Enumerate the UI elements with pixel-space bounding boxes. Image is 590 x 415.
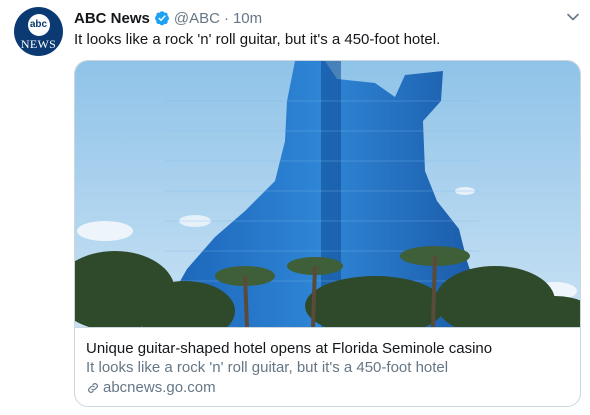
avatar-news-text: NEWS bbox=[20, 37, 57, 51]
card-body[interactable]: Unique guitar-shaped hotel opens at Flor… bbox=[75, 327, 580, 406]
chevron-down-icon[interactable] bbox=[566, 10, 580, 24]
avatar[interactable]: abc NEWS bbox=[14, 7, 63, 56]
tweet-text: It looks like a rock 'n' roll guitar, bu… bbox=[74, 31, 441, 48]
abc-logo-disc: abc bbox=[27, 14, 50, 36]
verified-badge-icon bbox=[154, 11, 169, 26]
user-handle[interactable]: @ABC bbox=[174, 10, 220, 27]
link-icon bbox=[88, 383, 98, 393]
card-image[interactable] bbox=[75, 61, 581, 327]
card-title[interactable]: Unique guitar-shaped hotel opens at Flor… bbox=[86, 339, 569, 358]
tweet[interactable]: abc NEWS ABC News @ABC · 10m It looks li… bbox=[0, 0, 590, 415]
card-domain[interactable]: abcnews.go.com bbox=[86, 378, 569, 398]
display-name[interactable]: ABC News bbox=[74, 10, 150, 27]
timestamp[interactable]: 10m bbox=[233, 10, 262, 27]
card-description: It looks like a rock 'n' roll guitar, bu… bbox=[86, 359, 449, 376]
link-card[interactable]: Unique guitar-shaped hotel opens at Flor… bbox=[74, 60, 581, 407]
card-domain-text: abcnews.go.com bbox=[103, 379, 216, 396]
tweet-header: ABC News @ABC · 10m bbox=[74, 8, 262, 28]
separator-dot: · bbox=[223, 9, 229, 27]
